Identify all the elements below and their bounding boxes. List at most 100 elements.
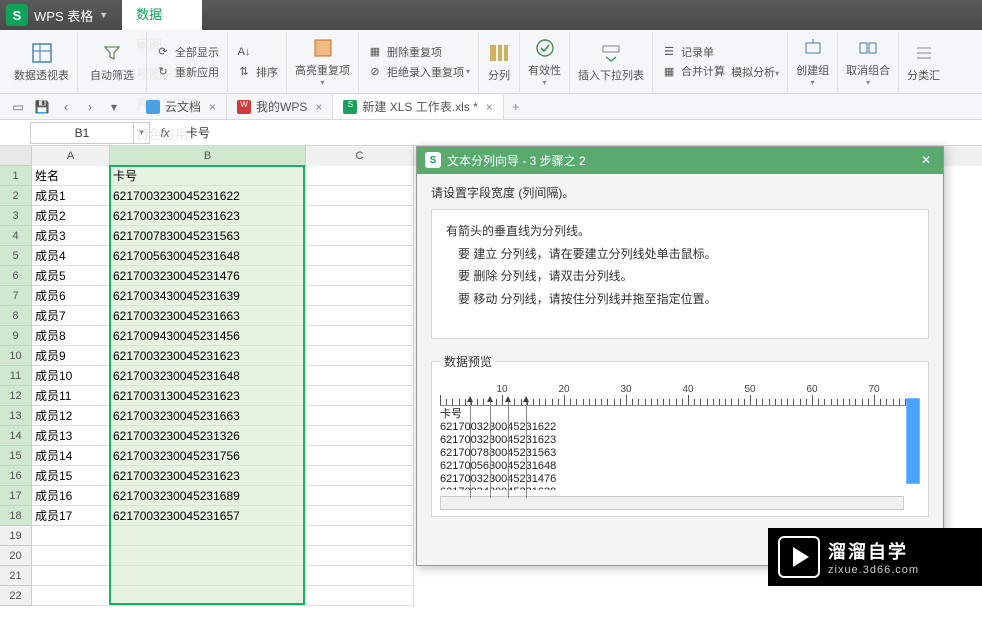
cell[interactable] (110, 586, 306, 606)
column-break-line[interactable] (490, 398, 491, 498)
cell[interactable] (306, 386, 414, 406)
ribbon-subtotal[interactable]: 分类汇 (899, 32, 948, 92)
cell[interactable]: 6217003230045231326 (110, 426, 306, 446)
row-header-20[interactable]: 20 (0, 546, 32, 566)
ribbon-validation[interactable]: 有效性▾ (520, 32, 570, 92)
cell[interactable] (306, 466, 414, 486)
row-header-1[interactable]: 1 (0, 166, 32, 186)
cell[interactable]: 6217003230045231689 (110, 486, 306, 506)
ribbon-sort[interactable]: ⇅排序 (236, 62, 278, 82)
row-header-18[interactable]: 18 (0, 506, 32, 526)
col-header-B[interactable]: B (110, 146, 306, 166)
cell[interactable]: 成员5 (32, 266, 110, 286)
cell[interactable] (306, 266, 414, 286)
row-header-13[interactable]: 13 (0, 406, 32, 426)
ribbon-remove-dup[interactable]: ▦删除重复项 (367, 42, 470, 62)
cell[interactable] (306, 526, 414, 546)
cell[interactable]: 成员1 (32, 186, 110, 206)
row-header-15[interactable]: 15 (0, 446, 32, 466)
cell[interactable] (306, 226, 414, 246)
cell[interactable] (110, 526, 306, 546)
cell[interactable]: 姓名 (32, 166, 110, 186)
cell[interactable]: 成员3 (32, 226, 110, 246)
cell[interactable]: 6217003230045231663 (110, 406, 306, 426)
formula-input[interactable]: 卡号 (180, 124, 982, 141)
cell[interactable]: 成员8 (32, 326, 110, 346)
qat-prev-icon[interactable]: ‹ (54, 96, 78, 118)
ribbon-whatif[interactable]: 模拟分析▾ (731, 64, 779, 80)
dialog-title-bar[interactable]: S 文本分列向导 - 3 步骤之 2 ✕ (417, 147, 943, 174)
cell[interactable] (306, 486, 414, 506)
ribbon-text-to-cols[interactable]: 分列 (479, 32, 520, 92)
row-header-19[interactable]: 19 (0, 526, 32, 546)
ribbon-sort-asc[interactable]: A↓ (236, 42, 278, 62)
cell[interactable]: 成员4 (32, 246, 110, 266)
row-header-11[interactable]: 11 (0, 366, 32, 386)
cell[interactable] (306, 366, 414, 386)
cell[interactable]: 6217003230045231663 (110, 306, 306, 326)
cell[interactable] (306, 406, 414, 426)
tab-close-icon[interactable]: × (315, 100, 322, 114)
tab-add-icon[interactable]: + (504, 100, 528, 114)
qat-home-icon[interactable]: ▭ (6, 96, 30, 118)
cell[interactable] (306, 166, 414, 186)
cell[interactable]: 成员17 (32, 506, 110, 526)
cell[interactable] (306, 426, 414, 446)
cell[interactable] (306, 286, 414, 306)
ribbon-showall[interactable]: ⟳全部显示 (155, 42, 219, 62)
cell[interactable]: 卡号 (110, 166, 306, 186)
name-box-dropdown-icon[interactable]: ▾ (134, 122, 150, 144)
cell[interactable]: 6217007830045231563 (110, 226, 306, 246)
cell[interactable]: 6217003230045231622 (110, 186, 306, 206)
row-header-4[interactable]: 4 (0, 226, 32, 246)
row-header-3[interactable]: 3 (0, 206, 32, 226)
tab-close-icon[interactable]: × (486, 100, 493, 114)
cell[interactable] (306, 446, 414, 466)
cell[interactable] (32, 526, 110, 546)
cell[interactable] (32, 546, 110, 566)
row-header-8[interactable]: 8 (0, 306, 32, 326)
cell[interactable]: 成员14 (32, 446, 110, 466)
menu-数据[interactable]: 数据 (122, 0, 202, 30)
app-dropdown-icon[interactable]: ▼ (99, 10, 108, 20)
row-header-9[interactable]: 9 (0, 326, 32, 346)
col-header-A[interactable]: A (32, 146, 110, 166)
row-header-5[interactable]: 5 (0, 246, 32, 266)
ribbon-reapply[interactable]: ↻重新应用 (155, 62, 219, 82)
cell[interactable]: 6217009430045231456 (110, 326, 306, 346)
row-header-6[interactable]: 6 (0, 266, 32, 286)
dialog-hscrollbar[interactable] (440, 496, 904, 510)
cell[interactable]: 6217003230045231756 (110, 446, 306, 466)
row-header-21[interactable]: 21 (0, 566, 32, 586)
row-header-22[interactable]: 22 (0, 586, 32, 606)
cell[interactable] (306, 546, 414, 566)
col-header-C[interactable]: C (306, 146, 414, 166)
ribbon-reject-dup[interactable]: ⊘拒绝录入重复项▾ (367, 62, 470, 82)
column-break-line[interactable] (526, 398, 527, 498)
cell[interactable] (306, 566, 414, 586)
doc-tab[interactable]: 云文档× (136, 95, 227, 119)
dialog-ruler[interactable]: 10203040506070 (440, 380, 920, 406)
cell[interactable] (306, 186, 414, 206)
cell[interactable]: 成员13 (32, 426, 110, 446)
dialog-close-icon[interactable]: ✕ (917, 151, 935, 169)
cell[interactable] (32, 566, 110, 586)
ribbon-ungroup[interactable]: 取消组合▾ (838, 32, 899, 92)
row-header-14[interactable]: 14 (0, 426, 32, 446)
qat-save-icon[interactable]: 💾 (30, 96, 54, 118)
ribbon-autofilter[interactable]: 自动筛选 (86, 32, 138, 92)
row-header-7[interactable]: 7 (0, 286, 32, 306)
cell[interactable] (306, 206, 414, 226)
name-box[interactable]: B1 (30, 122, 134, 144)
cell[interactable]: 6217003230045231623 (110, 206, 306, 226)
cell[interactable]: 6217003230045231476 (110, 266, 306, 286)
cell[interactable] (110, 566, 306, 586)
cell[interactable] (32, 586, 110, 606)
qat-dropdown-icon[interactable]: ▾ (102, 96, 126, 118)
cell[interactable]: 6217003230045231657 (110, 506, 306, 526)
cell[interactable] (110, 546, 306, 566)
cell[interactable]: 成员12 (32, 406, 110, 426)
column-break-line[interactable] (470, 398, 471, 498)
row-header-17[interactable]: 17 (0, 486, 32, 506)
ribbon-highlight-dup[interactable]: 高亮重复项▾ (287, 32, 359, 92)
